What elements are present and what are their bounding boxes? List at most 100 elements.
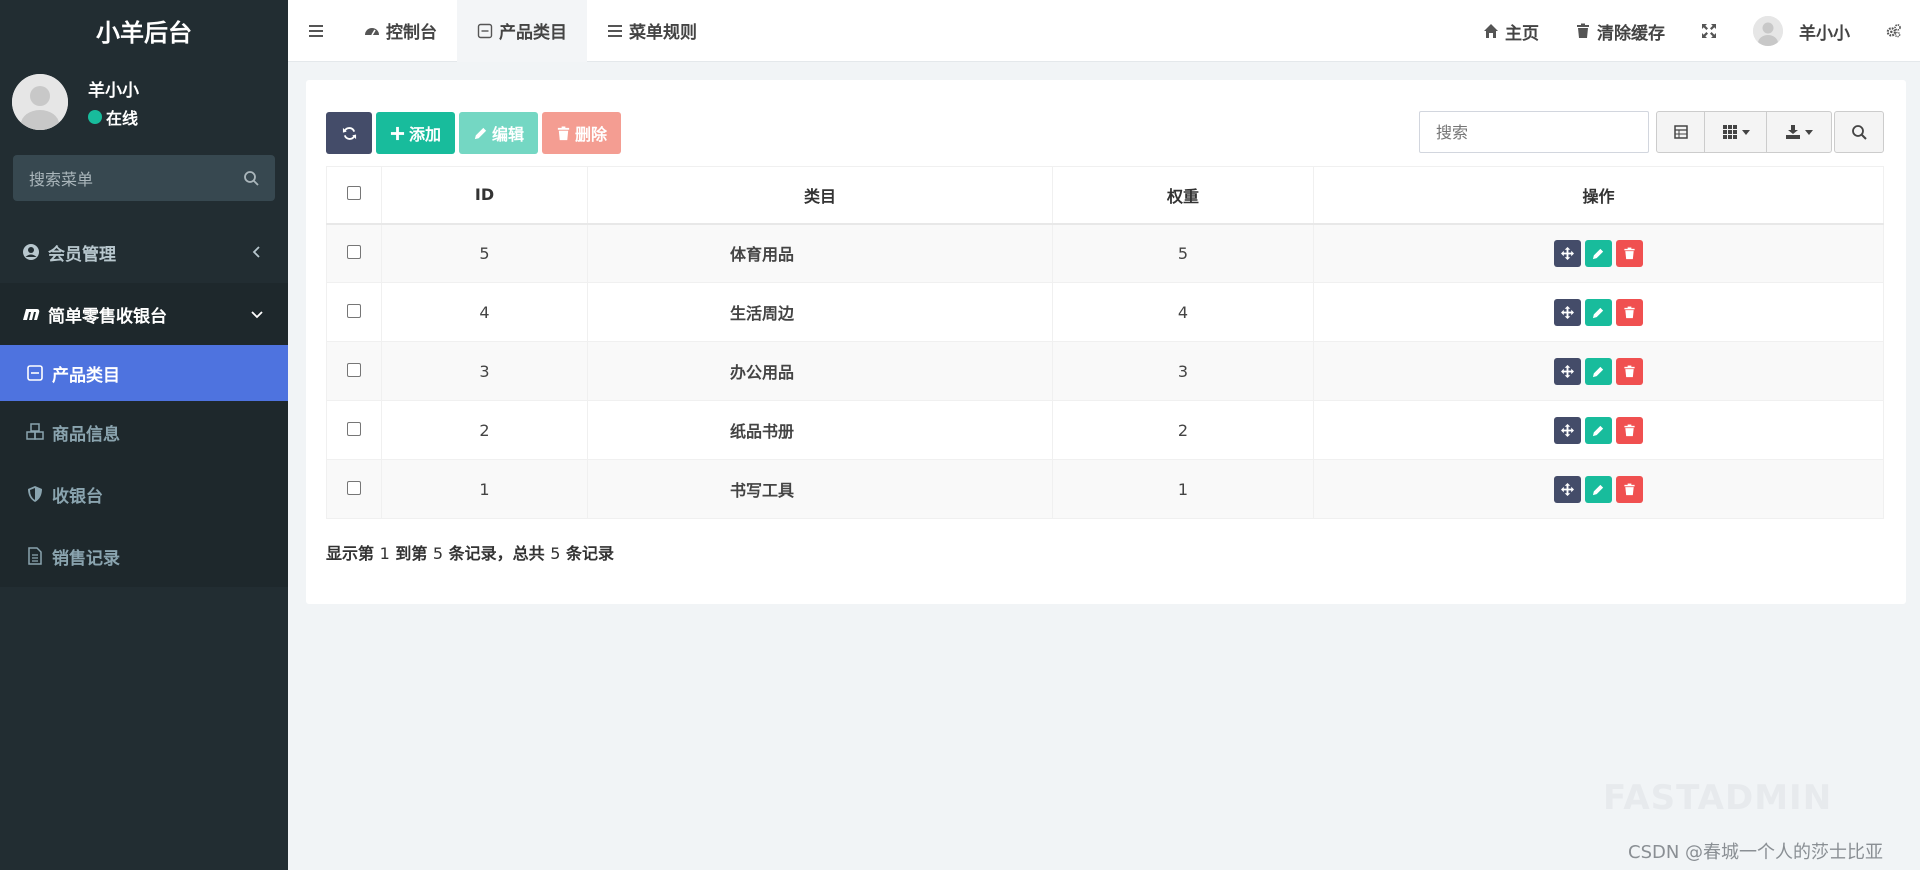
row-checkbox[interactable] (347, 421, 361, 436)
row-delete-button[interactable] (1616, 416, 1643, 444)
delete-button[interactable]: 删除 (542, 112, 622, 154)
pencil-icon (1592, 307, 1604, 318)
row-edit-button[interactable] (1585, 416, 1612, 444)
topbar-right: 主页 清除缓存 羊小小 (1465, 0, 1920, 62)
maxcdn-icon (22, 305, 40, 323)
row-edit-button[interactable] (1585, 475, 1612, 503)
row-checkbox[interactable] (347, 303, 361, 318)
export-button[interactable] (1767, 112, 1831, 152)
row-delete-button[interactable] (1616, 239, 1643, 267)
drag-sort-button[interactable] (1554, 357, 1581, 385)
column-header-id[interactable]: ID (381, 166, 588, 225)
edit-button[interactable]: 编辑 (459, 112, 539, 154)
table-toolbar: 添加 编辑 删除 (326, 112, 622, 154)
row-edit-button[interactable] (1585, 239, 1612, 267)
trash-icon (557, 125, 570, 140)
arrows-icon (1561, 305, 1574, 319)
refresh-icon (342, 126, 356, 140)
row-checkbox[interactable] (347, 480, 361, 495)
pencil-icon (1592, 366, 1604, 377)
avatar[interactable] (12, 74, 68, 130)
cell-id: 1 (381, 459, 588, 519)
plus-icon (390, 126, 405, 140)
table-view-buttons (1656, 111, 1832, 153)
download-icon (1786, 125, 1800, 139)
chevron-left-icon (252, 246, 260, 258)
csdn-watermark: CSDN @春城一个人的莎士比亚 (1628, 842, 1884, 863)
chevron-down-icon (251, 311, 263, 319)
sidebar-submenu: 产品类目 商品信息 收银台 销售记录 (0, 345, 288, 587)
toggle-view-button[interactable] (1657, 112, 1705, 152)
advanced-search-button[interactable] (1834, 111, 1884, 153)
pencil-icon (1592, 248, 1604, 259)
search-icon (1852, 125, 1867, 140)
select-all-checkbox[interactable] (347, 186, 361, 201)
table-search-input[interactable] (1419, 111, 1649, 153)
row-delete-button[interactable] (1616, 475, 1643, 503)
column-header-category[interactable]: 类目 (587, 166, 1053, 225)
arrows-icon (1561, 482, 1574, 496)
clear-cache-button[interactable]: 清除缓存 (1557, 0, 1683, 62)
select-all-cell (326, 166, 382, 225)
cell-weight: 1 (1052, 459, 1314, 519)
sidebar-toggle-button[interactable] (288, 0, 344, 62)
drag-sort-button[interactable] (1554, 239, 1581, 267)
online-dot-icon (88, 110, 102, 124)
bars-icon (608, 24, 622, 37)
pager-from: 1 (379, 544, 390, 563)
arrows-icon (1561, 246, 1574, 260)
home-link[interactable]: 主页 (1465, 0, 1557, 62)
row-delete-button[interactable] (1616, 357, 1643, 385)
user-panel: 羊小小 在线 (0, 60, 288, 140)
app-logo[interactable]: 小羊后台 (0, 0, 288, 60)
trash-icon (1624, 424, 1635, 436)
table-view-icon (1673, 125, 1688, 139)
column-header-weight[interactable]: 权重 (1052, 166, 1314, 225)
trash-icon (1624, 306, 1635, 318)
sidebar-item-cashier[interactable]: 收银台 (0, 463, 288, 525)
drag-sort-button[interactable] (1554, 416, 1581, 444)
column-header-actions: 操作 (1313, 166, 1884, 225)
sidebar-item-label: 简单零售收银台 (48, 306, 167, 327)
topbar: 控制台 产品类目 菜单规则 主页 清除缓存 羊小小 (288, 0, 1920, 62)
caret-down-icon (1741, 130, 1750, 135)
row-checkbox[interactable] (347, 362, 361, 377)
minus-square-icon (26, 364, 44, 382)
cell-actions (1313, 223, 1884, 283)
drag-sort-button[interactable] (1554, 298, 1581, 326)
sidebar-item-sales-record[interactable]: 销售记录 (0, 525, 288, 587)
user-name: 羊小小 (88, 81, 139, 101)
sidebar-item-goods[interactable]: 商品信息 (0, 401, 288, 463)
row-checkbox[interactable] (347, 244, 361, 259)
user-menu[interactable]: 羊小小 (1735, 0, 1868, 62)
cell-id: 4 (381, 282, 588, 342)
add-button[interactable]: 添加 (376, 112, 456, 154)
row-edit-button[interactable] (1585, 357, 1612, 385)
sidebar-item-retail[interactable]: 简单零售收银台 (0, 283, 288, 345)
drag-sort-button[interactable] (1554, 475, 1581, 503)
pagination-info: 显示第 1 到第 5 条记录，总共 5 条记录 (326, 540, 614, 564)
sidebar-search-input[interactable]: 搜索菜单 (13, 155, 275, 201)
settings-button[interactable] (1868, 0, 1920, 62)
pencil-icon (1592, 484, 1604, 495)
row-delete-button[interactable] (1616, 298, 1643, 326)
pager-text: 条记录，总共 (443, 544, 551, 563)
sidebar-item-member[interactable]: 会员管理 (0, 221, 288, 283)
avatar (1753, 16, 1783, 46)
tab-dashboard[interactable]: 控制台 (344, 0, 457, 62)
row-edit-button[interactable] (1585, 298, 1612, 326)
columns-button[interactable] (1705, 112, 1767, 152)
refresh-button[interactable] (326, 112, 372, 154)
tab-product-category[interactable]: 产品类目 (457, 0, 587, 62)
content-panel: 添加 编辑 删除 ID 类目 (306, 80, 1906, 604)
cell-category: 书写工具 (587, 459, 1053, 519)
home-label: 主页 (1505, 23, 1539, 44)
cell-weight: 2 (1052, 400, 1314, 460)
fullscreen-button[interactable] (1683, 0, 1735, 62)
topbar-user-name: 羊小小 (1799, 23, 1850, 44)
sidebar-item-product-category[interactable]: 产品类目 (0, 345, 288, 401)
file-text-icon (26, 547, 44, 565)
cell-id: 3 (381, 341, 588, 401)
sidebar-item-label: 收银台 (52, 486, 103, 507)
tab-menu-rules[interactable]: 菜单规则 (587, 0, 717, 62)
